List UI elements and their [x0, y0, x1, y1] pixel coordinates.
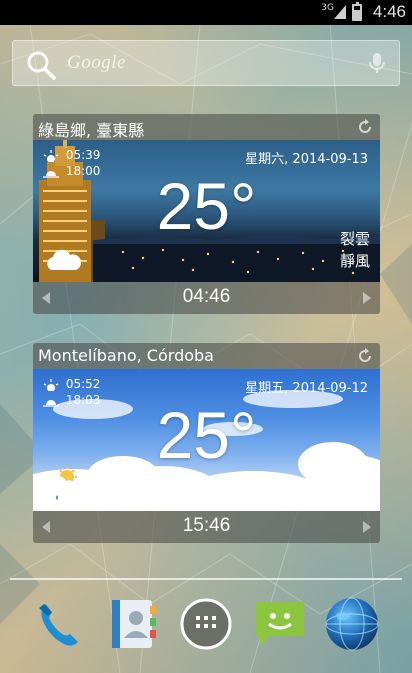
local-time: 15:46 [182, 515, 231, 536]
weather-scene: 05:39 18:00 星期六, 2014-09-13 25° 裂雲 靜風 [33, 140, 380, 282]
widget-header: Montelíbano, Córdoba [33, 343, 380, 369]
previous-arrow-icon[interactable] [42, 292, 50, 304]
status-clock: 4:46 [372, 2, 406, 21]
signal-icon [334, 5, 346, 19]
location-label: 綠島鄉, 臺東縣 [38, 121, 145, 140]
partly-cloudy-night-icon [47, 249, 82, 270]
sunrise-row: 05:52 [43, 377, 100, 391]
refresh-icon[interactable] [357, 348, 373, 364]
temperature: 25° [156, 169, 257, 243]
date-label: 星期五, 2014-09-12 [245, 381, 368, 396]
weather-widget[interactable]: 綠島鄉, 臺東縣 05:39 18:00 星期六, 2014-09-13 25°… [33, 114, 380, 314]
temperature: 25° [156, 398, 257, 472]
sun-rain-cloud-icon [46, 467, 77, 500]
wind-label: 微風 [339, 487, 370, 505]
battery-icon [352, 2, 362, 21]
sunrise-icon [43, 378, 59, 391]
wind-label: 靜風 [339, 252, 370, 270]
condition-label: 裂雲 [339, 230, 370, 248]
weather-scene: 05:52 18:03 星期五, 2014-09-12 25° 中雨 微風 [33, 369, 380, 511]
mic-icon[interactable] [365, 51, 389, 75]
next-arrow-icon[interactable] [363, 292, 371, 304]
previous-arrow-icon[interactable] [42, 521, 50, 533]
location-label: Montelíbano, Córdoba [38, 346, 214, 365]
status-bar: 3G 4:46 [0, 0, 412, 25]
sunrise-time: 05:39 [65, 148, 101, 162]
search-icon [27, 51, 56, 80]
widget-footer: 04:46 [33, 282, 380, 314]
condition-label: 中雨 [339, 465, 370, 483]
widget-footer: 15:46 [33, 511, 380, 543]
messaging-icon[interactable] [252, 596, 308, 652]
phone-icon[interactable] [32, 596, 88, 652]
contacts-icon[interactable] [106, 596, 162, 652]
search-label: Google [67, 52, 126, 73]
next-arrow-icon[interactable] [363, 521, 371, 533]
sunrise-time: 05:52 [65, 377, 101, 391]
network-type: 3G [321, 3, 334, 13]
date-label: 星期六, 2014-09-13 [245, 152, 368, 167]
app-dock [0, 596, 412, 660]
sunrise-row: 05:39 [43, 148, 100, 162]
google-search-bar[interactable]: Google [12, 40, 400, 86]
local-time: 04:46 [182, 286, 231, 307]
dock-divider [10, 578, 402, 580]
sunrise-icon [43, 149, 59, 162]
globe-icon[interactable] [324, 596, 380, 652]
widget-header: 綠島鄉, 臺東縣 [33, 114, 380, 140]
refresh-icon[interactable] [357, 119, 373, 135]
weather-widget[interactable]: Montelíbano, Córdoba 05:52 18:03 星期五, 20… [33, 343, 380, 543]
app-drawer-icon[interactable] [178, 596, 234, 652]
